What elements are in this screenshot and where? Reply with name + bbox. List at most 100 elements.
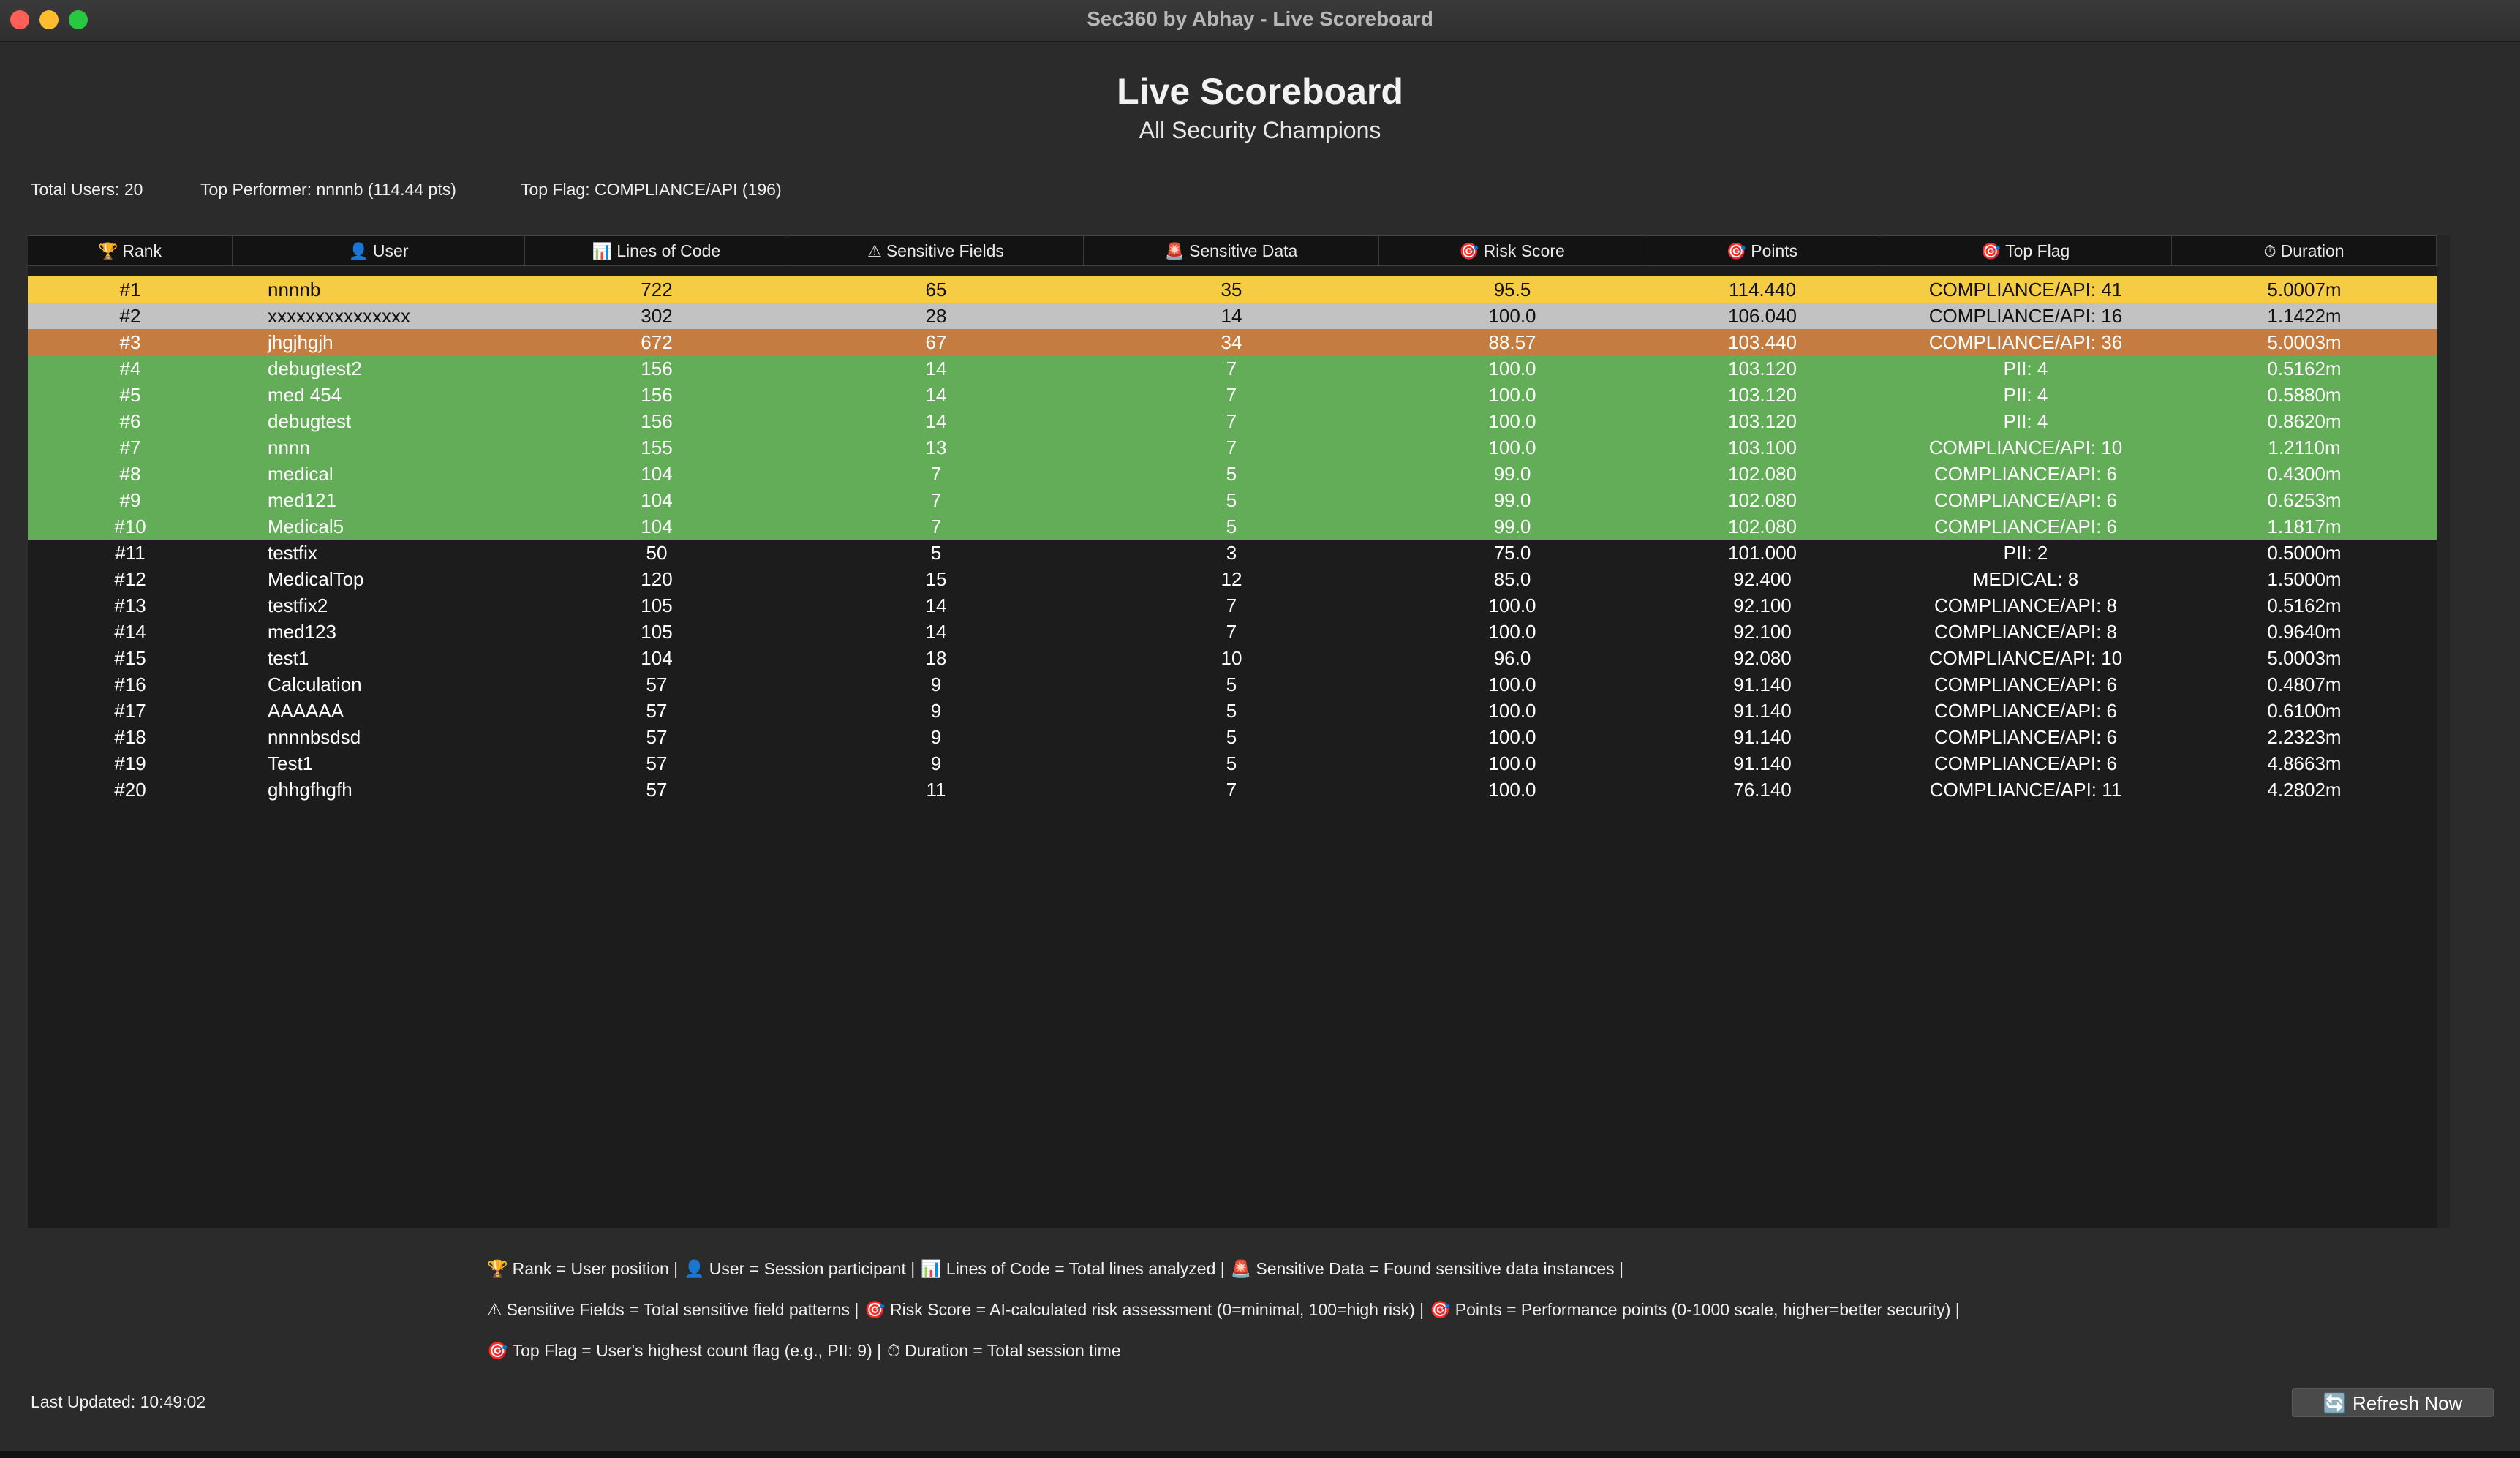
cell-points: 92.080 xyxy=(1733,647,1792,669)
table-row[interactable]: #13 testfix2 105 14 7 100.0 92.100 COMPLIANCE/A… xyxy=(28,592,2437,619)
cell-user: Calculation xyxy=(268,673,362,695)
cell-rank: #20 xyxy=(114,779,146,801)
column-header-duration[interactable]: ⏱ Duration xyxy=(2172,236,2437,265)
legend-text: User = Session participant | xyxy=(709,1259,916,1278)
table-row[interactable]: #12 MedicalTop 120 15 12 85.0 92.400 MEDICAL: 8… xyxy=(28,566,2437,592)
column-header-data[interactable]: 🚨 Sensitive Data xyxy=(1084,236,1379,265)
table-row[interactable]: #10 Medical5 104 7 5 99.0 102.080 COMPLIANCE/AP… xyxy=(28,513,2437,540)
cell-flag: COMPLIANCE/API: 16 xyxy=(1928,305,2123,327)
cell-flag: COMPLIANCE/API: 6 xyxy=(1934,489,2117,511)
cell-fields: 14 xyxy=(925,410,947,432)
last-updated-label: Last Updated: 10:49:02 xyxy=(31,1392,206,1411)
cell-risk: 100.0 xyxy=(1488,437,1536,458)
column-header-risk[interactable]: 🎯 Risk Score xyxy=(1379,236,1645,265)
top-flag-stat: Top Flag: COMPLIANCE/API (196) xyxy=(521,180,782,199)
column-header-points[interactable]: 🎯 Points xyxy=(1645,236,1879,265)
cell-fields: 14 xyxy=(925,384,947,406)
table-row[interactable]: #18 nnnnbsdsd 57 9 5 100.0 91.140 COMPLIANCE/AP… xyxy=(28,724,2437,750)
table-row[interactable]: #17 AAAAAA 57 9 5 100.0 91.140 COMPLIANCE/API: … xyxy=(28,698,2437,724)
cell-duration: 0.6253m xyxy=(2267,489,2342,511)
refresh-now-button[interactable]: 🔄 Refresh Now xyxy=(2292,1388,2494,1417)
cell-flag: COMPLIANCE/API: 36 xyxy=(1928,331,2123,353)
table-row[interactable]: #1 nnnnb 722 65 35 95.5 114.440 COMPLIANCE/API:… xyxy=(28,276,2437,303)
legend-icon: 📊 xyxy=(921,1259,942,1278)
cell-user: Test1 xyxy=(268,752,314,774)
cell-flag: PII: 4 xyxy=(2003,410,2048,432)
column-header-user[interactable]: 👤 User xyxy=(233,236,525,265)
cell-rank: #4 xyxy=(119,358,141,379)
table-row[interactable]: #15 test1 104 18 10 96.0 92.080 COMPLIANCE/API:… xyxy=(28,645,2437,671)
cell-risk: 85.0 xyxy=(1493,568,1531,590)
window-bottom-edge xyxy=(0,1451,2520,1458)
cell-rank: #14 xyxy=(114,621,146,643)
table-row[interactable]: #20 ghhgfhgfh 57 11 7 100.0 76.140 COMPLIANCE/A… xyxy=(28,777,2437,803)
cell-duration: 0.8620m xyxy=(2267,410,2342,432)
cell-fields: 7 xyxy=(930,463,942,485)
user-icon: 👤 xyxy=(348,242,369,260)
table-row[interactable]: #14 med123 105 14 7 100.0 92.100 COMPLIANCE/API… xyxy=(28,619,2437,645)
cell-risk: 100.0 xyxy=(1488,594,1536,616)
table-row[interactable]: #11 testfix 50 5 3 75.0 101.000 PII: 2 0.5000m xyxy=(28,540,2437,566)
cell-data: 14 xyxy=(1221,305,1242,327)
table-row[interactable]: #7 nnnn 155 13 7 100.0 103.100 COMPLIANCE/API: … xyxy=(28,434,2437,461)
cell-fields: 65 xyxy=(925,279,947,301)
legend-item: 🚨 Sensitive Data = Found sensitive data i… xyxy=(1231,1259,1623,1278)
table-row[interactable]: #16 Calculation 57 9 5 100.0 91.140 COMPLIANCE/… xyxy=(28,671,2437,698)
column-header-label: Sensitive Data xyxy=(1189,241,1298,260)
cell-user: nnnnbsdsd xyxy=(268,726,361,748)
legend-icon: ⚠ xyxy=(487,1300,502,1319)
cell-data: 7 xyxy=(1226,384,1237,406)
table-row[interactable]: #5 med 454 156 14 7 100.0 103.120 PII: 4 0.5880m xyxy=(28,382,2437,408)
table-row[interactable]: #3 jhgjhgjh 672 67 34 88.57 103.440 COMPLIANCE/… xyxy=(28,329,2437,355)
cell-loc: 302 xyxy=(641,305,673,327)
cell-fields: 11 xyxy=(926,779,946,801)
column-header-loc[interactable]: 📊 Lines of Code xyxy=(525,236,788,265)
cell-flag: PII: 4 xyxy=(2003,358,2048,379)
cell-points: 91.140 xyxy=(1733,752,1792,774)
cell-user: nnnn xyxy=(268,437,310,458)
cell-fields: 14 xyxy=(925,594,947,616)
legend-item: 🎯 Points = Performance points (0-1000 sca… xyxy=(1430,1300,1960,1319)
cell-flag: COMPLIANCE/API: 6 xyxy=(1934,673,2117,695)
table-row[interactable]: #19 Test1 57 9 5 100.0 91.140 COMPLIANCE/API: 6… xyxy=(28,750,2437,777)
table-row[interactable]: #9 med121 104 7 5 99.0 102.080 COMPLIANCE/API: … xyxy=(28,487,2437,513)
cell-points: 106.040 xyxy=(1728,305,1797,327)
cell-fields: 7 xyxy=(930,515,942,537)
cell-risk: 75.0 xyxy=(1493,542,1531,564)
cell-fields: 9 xyxy=(930,673,942,695)
table-scrollbar[interactable] xyxy=(2437,235,2450,1228)
table-row[interactable]: #4 debugtest2 156 14 7 100.0 103.120 PII: 4 0.51… xyxy=(28,355,2437,382)
cell-data: 12 xyxy=(1221,568,1242,590)
target-icon: 🎯 xyxy=(1980,242,2002,260)
legend-icon: 🎯 xyxy=(487,1341,508,1360)
cell-flag: COMPLIANCE/API: 6 xyxy=(1934,726,2117,748)
cell-user: test1 xyxy=(268,647,309,669)
table-row[interactable]: #2 xxxxxxxxxxxxxxx 302 28 14 100.0 106.040 COMP… xyxy=(28,303,2437,329)
legend-item: 🎯 Top Flag = User's highest count flag (e… xyxy=(487,1341,881,1360)
cell-flag: COMPLIANCE/API: 41 xyxy=(1928,279,2123,301)
column-header-rank[interactable]: 🏆 Rank xyxy=(28,236,233,265)
column-header-flag[interactable]: 🎯 Top Flag xyxy=(1879,236,2172,265)
cell-duration: 0.4300m xyxy=(2267,463,2342,485)
column-header-label: Top Flag xyxy=(2005,241,2070,260)
column-header-label: Rank xyxy=(122,241,162,260)
table-row[interactable]: #8 medical 104 7 5 99.0 102.080 COMPLIANCE/API:… xyxy=(28,461,2437,487)
cell-points: 91.140 xyxy=(1733,700,1792,722)
cell-risk: 100.0 xyxy=(1488,358,1536,379)
cell-risk: 100.0 xyxy=(1488,384,1536,406)
cell-duration: 5.0003m xyxy=(2267,331,2342,353)
cell-duration: 1.2110m xyxy=(2268,437,2341,458)
cell-risk: 88.57 xyxy=(1488,331,1536,353)
cell-flag: COMPLIANCE/API: 10 xyxy=(1928,647,2123,669)
cell-points: 92.400 xyxy=(1733,568,1792,590)
legend-icon: 🏆 xyxy=(487,1259,508,1278)
column-header-fields[interactable]: ⚠ Sensitive Fields xyxy=(788,236,1084,265)
cell-fields: 67 xyxy=(925,331,947,353)
table-row[interactable]: #6 debugtest 156 14 7 100.0 103.120 PII: 4 0.862… xyxy=(28,408,2437,434)
cell-flag: COMPLIANCE/API: 8 xyxy=(1934,594,2117,616)
target-icon: 🎯 xyxy=(1459,242,1479,260)
cell-loc: 57 xyxy=(646,700,668,722)
cell-duration: 0.5162m xyxy=(2267,594,2342,616)
cell-duration: 0.9640m xyxy=(2267,621,2342,643)
cell-fields: 13 xyxy=(925,437,947,458)
